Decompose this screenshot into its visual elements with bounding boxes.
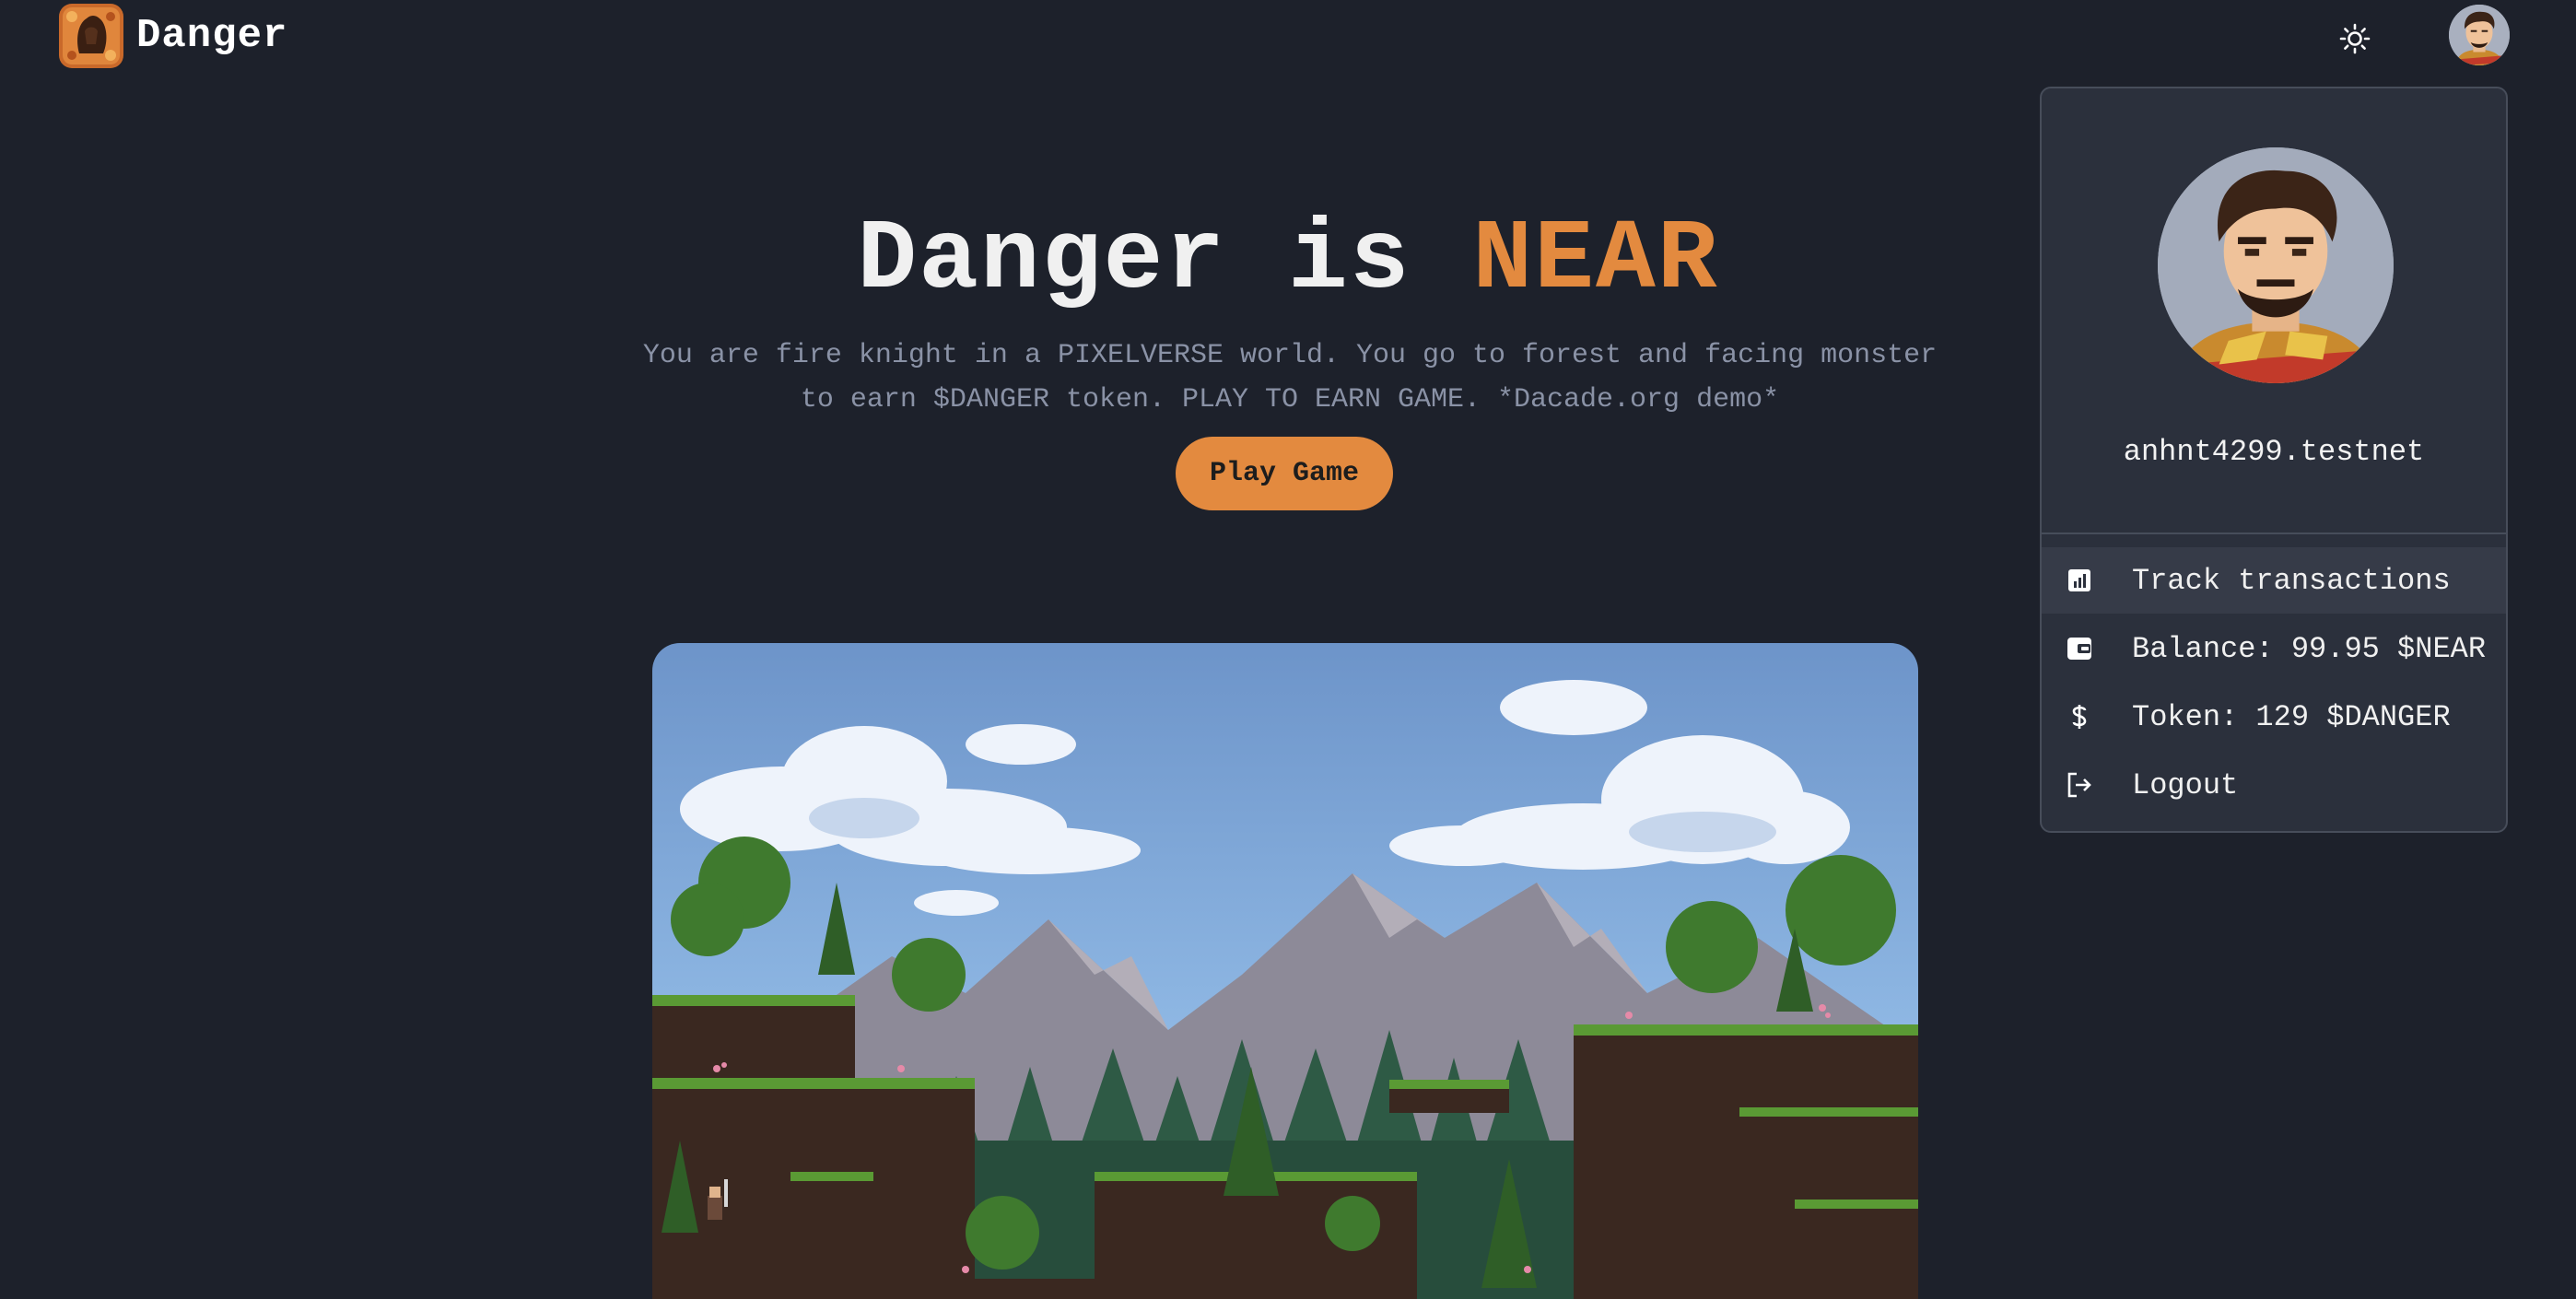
sun-icon [2339, 23, 2371, 54]
menu-item-label: Track transactions [2132, 563, 2451, 598]
hero-title-prefix: Danger is [857, 205, 1473, 317]
balance-menu-item[interactable]: Balance: 99.95 $NEAR [2042, 615, 2506, 682]
avatar [2449, 5, 2510, 65]
hero-description-line: to earn $DANGER token. PLAY TO EARN GAME… [800, 384, 1780, 415]
token-menu-item[interactable]: Token: 129 $DANGER [2042, 684, 2506, 750]
account-id: anhnt4299.testnet [2123, 435, 2425, 469]
hero-title-accent: NEAR [1472, 205, 1719, 317]
hero-description-line: You are fire knight in a PIXELVERSE worl… [642, 340, 1938, 371]
wallet-icon [2066, 635, 2093, 662]
account-avatar [2158, 147, 2394, 383]
track-transactions-menu-item[interactable]: Track transactions [2042, 547, 2506, 614]
hero-description: You are fire knight in a PIXELVERSE worl… [562, 334, 2018, 422]
logout-menu-item[interactable]: Logout [2042, 752, 2506, 818]
menu-item-label: Token: 129 $DANGER [2132, 699, 2451, 734]
bar-chart-icon [2066, 567, 2093, 594]
user-avatar-button[interactable] [2449, 5, 2510, 65]
account-dropdown-menu: anhnt4299.testnet Track transactions Bal… [2040, 87, 2508, 833]
theme-toggle-button[interactable] [2331, 15, 2379, 63]
danger-logo-icon [59, 4, 123, 68]
dollar-icon [2066, 703, 2093, 731]
menu-item-label: Logout [2132, 767, 2239, 802]
logout-icon [2066, 771, 2093, 799]
game-preview-image [652, 643, 1918, 1299]
brand-name: Danger [136, 13, 288, 59]
play-game-button[interactable]: Play Game [1176, 437, 1393, 510]
menu-divider [2042, 532, 2506, 534]
brand[interactable]: Danger [59, 4, 287, 68]
menu-item-label: Balance: 99.95 $NEAR [2132, 631, 2487, 666]
